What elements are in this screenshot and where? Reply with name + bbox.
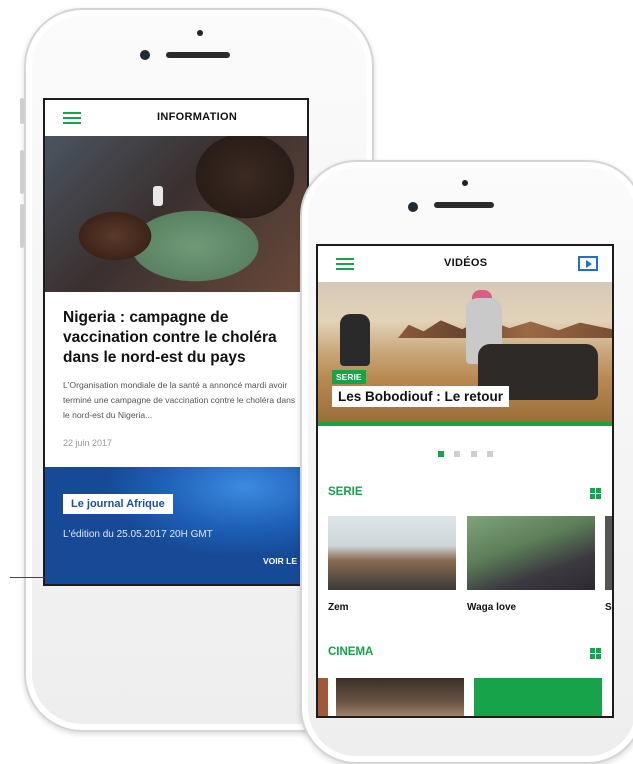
top-bar: INFORMATION [45,100,307,137]
video-title-waga-love[interactable]: Waga love [467,602,516,613]
article-hero-image[interactable] [45,136,307,292]
voir-le-link[interactable]: VOIR LE [263,556,297,566]
article-date: 22 juin 2017 [63,438,113,448]
information-screen: INFORMATION Nigeria : campagne de vaccin… [43,98,309,586]
proximity-sensor [462,180,468,186]
front-camera [408,202,418,212]
mute-switch [20,98,24,124]
top-bar: VIDÉOS [318,246,612,283]
grid-view-icon[interactable] [590,488,601,499]
cinema-thumbnail-1[interactable] [336,678,464,716]
video-thumbnail-partial[interactable] [605,516,612,590]
hero-accent-bar [318,422,612,426]
video-title-partial[interactable]: S [605,602,612,613]
cinema-thumbnail-2[interactable] [474,678,602,716]
vaccine-dropper-image-detail [153,186,163,206]
play-video-icon[interactable] [578,256,598,271]
proximity-sensor [197,30,203,36]
screen-title: VIDÉOS [444,257,488,269]
hero-video-title[interactable]: Les Bobodiouf : Le retour [332,386,509,407]
video-thumbnail-waga-love[interactable] [467,516,595,590]
carousel-dots [438,444,499,462]
rider-image-detail [340,314,370,366]
section-title-serie[interactable]: SERIE [328,486,363,498]
carousel-dot[interactable] [487,451,494,457]
rock-formations-image-detail [398,318,612,338]
section-title-cinema[interactable]: CINEMA [328,646,373,658]
grid-view-icon[interactable] [590,648,601,659]
hero-category-badge: SERIE [332,370,366,384]
videos-screen: VIDÉOS SERIE Les Bobodiouf : Le retour S… [316,244,614,718]
carousel-dot[interactable] [454,451,461,457]
cinema-thumbnail-partial[interactable] [318,678,328,716]
volume-down-button [20,204,24,248]
earpiece-speaker [166,52,230,58]
journal-afrique-button[interactable]: Le journal Afrique [63,494,173,514]
front-camera [140,50,150,60]
earpiece-speaker [434,202,494,208]
divider-line [10,577,303,578]
hamburger-menu-icon[interactable] [336,257,354,271]
journal-afrique-banner[interactable]: Le journal Afrique L'édition du 25.05.20… [45,467,307,584]
article-summary: L'Organisation mondiale de la santé a an… [63,380,296,420]
video-title-zem[interactable]: Zem [328,602,349,613]
article-headline[interactable]: Nigeria : campagne de vaccination contre… [63,308,303,368]
screen-title: INFORMATION [157,111,238,123]
journal-edition-subtitle: L'édition du 25.05.2017 20H GMT [63,529,213,540]
hamburger-menu-icon[interactable] [63,111,81,125]
video-thumbnail-zem[interactable] [328,516,456,590]
carousel-dot[interactable] [470,451,477,457]
carousel-dot-active[interactable] [438,451,444,457]
volume-up-button [20,150,24,194]
